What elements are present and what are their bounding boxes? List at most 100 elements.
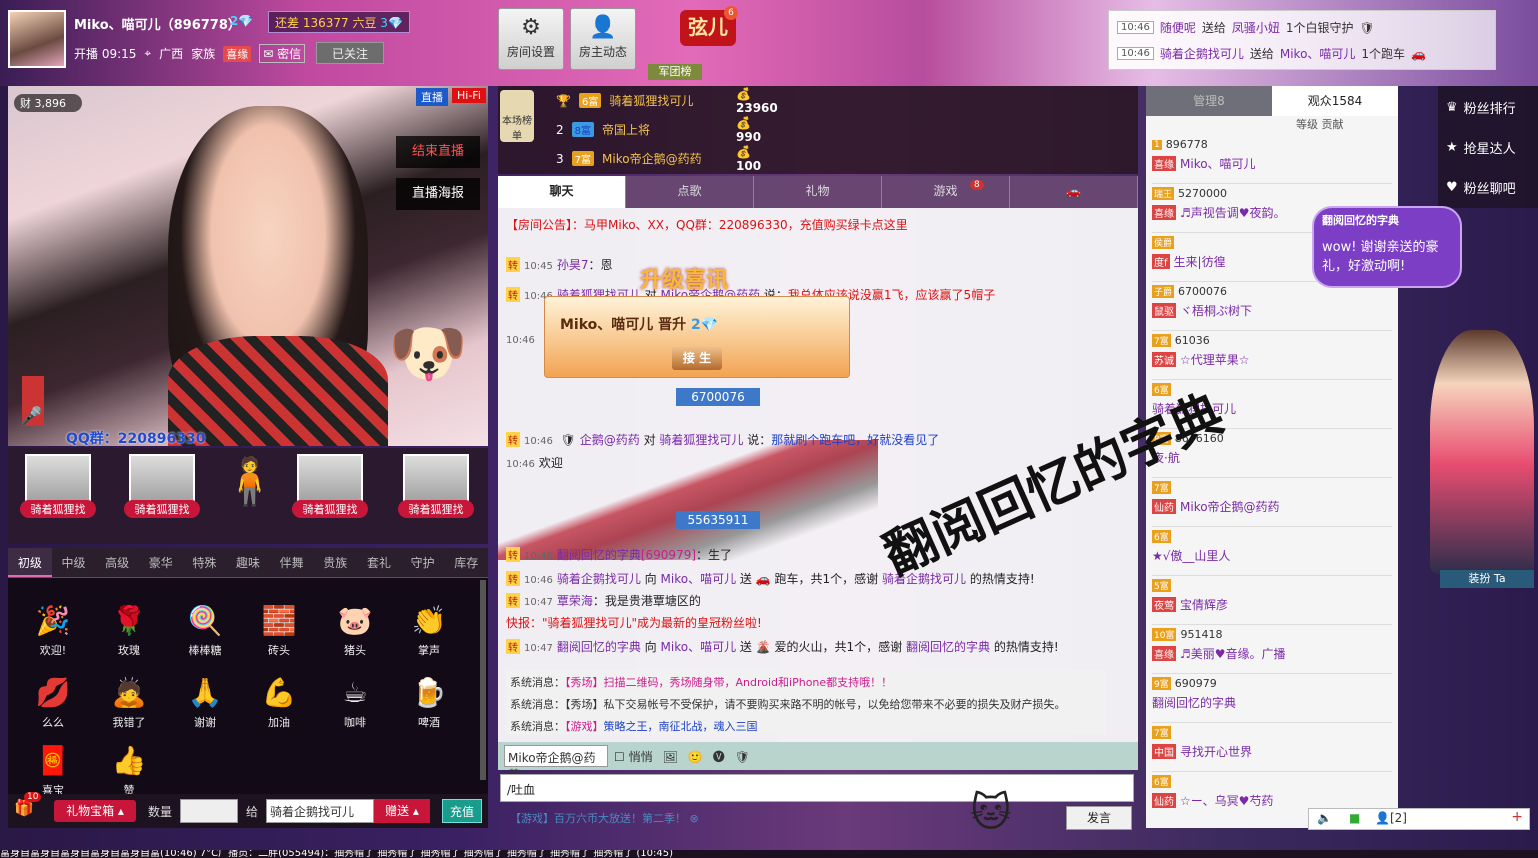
audience-row[interactable]: 子爵 6700076 鼠驱 ヾ梧桐ぷ树下 <box>1152 285 1392 331</box>
live-tag: 直播 <box>416 88 448 106</box>
image-icon[interactable]: 🖼 <box>663 750 678 764</box>
star-hunter-button[interactable]: ★ 抢星达人 <box>1446 138 1516 157</box>
gift-tab[interactable]: 高级 <box>95 548 139 577</box>
send-gift-button[interactable]: 赠送 ▴ <box>374 799 430 823</box>
user-icon: 👤 <box>589 15 617 40</box>
emoji-icon[interactable]: 🙂 <box>688 750 703 764</box>
audience-row[interactable]: 10富 951418 喜缘 ♬美丽♥音缘。广播 <box>1152 628 1392 674</box>
recipient-label: 给 <box>246 805 259 819</box>
host-avatar[interactable] <box>8 10 66 68</box>
follow-button[interactable]: 已关注 <box>316 42 384 64</box>
seat-slot[interactable]: 🧍 <box>212 454 288 532</box>
vip-icon[interactable]: 🅥 <box>713 748 725 765</box>
gift-item[interactable]: 🍺 啤酒 <box>394 676 464 730</box>
guard-icon[interactable]: 🛡 <box>735 750 750 764</box>
rank-row[interactable]: 3 7富 Miko帝企鹅@药药 💰100 <box>556 145 761 173</box>
speaker-icon[interactable]: 🔈 <box>1317 811 1332 825</box>
gift-item[interactable]: 🎉 欢迎! <box>18 604 88 658</box>
audience-row[interactable]: 7富 仙药 Miko帝企鹅@药药 <box>1152 481 1392 527</box>
dog-icon: 🐶 <box>388 317 468 391</box>
gift-tab[interactable]: 初级 <box>8 548 52 577</box>
gift-scrollbar[interactable] <box>480 580 486 780</box>
host-activity-button[interactable]: 👤 房主动态 <box>570 8 636 70</box>
coin-value: 💰23960 <box>736 86 778 115</box>
gift-tab[interactable]: 套礼 <box>357 548 401 577</box>
gift-tab[interactable]: 豪华 <box>139 548 183 577</box>
fans-chat-button[interactable]: ♥ 粉丝聊吧 <box>1446 178 1516 197</box>
gift-tab[interactable]: 守护 <box>401 548 445 577</box>
family-badge: 喜缘 <box>223 45 252 62</box>
audience-row[interactable]: 1 896778 喜缘 Miko、喵可儿 <box>1152 138 1392 184</box>
host-name: Miko、喵可儿（896778） <box>74 18 241 33</box>
gift-panel: 初级 中级 高级 豪华 特殊 趣味 伴舞 贵族 套礼 守护 库存 🎉 欢迎! 🌹 玫… <box>8 548 488 828</box>
chat-input[interactable]: /吐血 <box>500 774 1134 802</box>
upgrade-news-title: 升级喜讯 <box>640 268 729 293</box>
gift-item[interactable]: 🙏 谢谢 <box>170 676 240 730</box>
tab-gift[interactable]: 礼物 <box>754 176 882 208</box>
seat-slot[interactable]: 骑着狐狸找 <box>124 454 200 532</box>
crown-icon: ♛ <box>1446 100 1458 115</box>
whisper-checkbox[interactable]: ☐ 悄悄 <box>614 748 653 765</box>
legion-rank-button[interactable]: 军团榜 <box>648 64 702 80</box>
seat-slot[interactable]: 骑着狐狸找 <box>20 454 96 532</box>
chat-message: 转 10:45 孙昊7：恩 <box>506 257 613 272</box>
fans-rank-button[interactable]: ♛ 粉丝排行 <box>1446 98 1516 117</box>
audience-row[interactable]: 9富 690979 翻阅回忆的字典 <box>1152 677 1392 723</box>
chat-message: 10:46 欢迎 <box>506 456 563 470</box>
audience-row[interactable]: 7富 61036 苏诚 ☆代理苹果☆ <box>1152 334 1392 380</box>
gift-item[interactable]: ☕ 咖啡 <box>320 676 390 730</box>
gift-item[interactable]: 💪 加油 <box>244 676 314 730</box>
send-message-button[interactable]: 发言 <box>1066 806 1132 830</box>
gift-item[interactable]: 👏 掌声 <box>394 604 464 658</box>
plus-icon[interactable]: + <box>1511 809 1523 825</box>
tab-song[interactable]: 点歌 <box>626 176 754 208</box>
recipient-input[interactable]: 骑着企鹅找可儿 <box>266 799 374 823</box>
gift-item[interactable]: 🌹 玫瑰 <box>94 604 164 658</box>
chat-target-select[interactable]: Miko帝企鹅@药药 <box>504 745 608 782</box>
room-settings-button[interactable]: ⚙ 房间设置 <box>498 8 564 70</box>
gift-item[interactable]: 🧧 喜宝 <box>18 744 88 798</box>
tab-audience[interactable]: 观众1584 <box>1272 86 1398 116</box>
audience-sort[interactable]: 等级 贡献 <box>1296 116 1344 132</box>
audience-row[interactable]: 7富 中国 寻找开心世界 <box>1152 726 1392 772</box>
gift-tab[interactable]: 库存 <box>444 548 488 577</box>
broadcast-ticker: 富身自富身自富身自富身自富身自富(10:46) 7°C广播员：二胖(055494… <box>0 850 1538 858</box>
end-live-button[interactable]: 结束直播 <box>396 136 480 168</box>
rank-row[interactable]: 🏆 6富 骑着狐狸找可儿 💰23960 <box>556 87 778 115</box>
gift-tab[interactable]: 伴舞 <box>270 548 314 577</box>
audience-row[interactable]: 5富 夜莺 宝倩辉彦 <box>1152 579 1392 625</box>
chat-announcement[interactable]: 【房间公告】：马甲Miko、XX，QQ群：220896330，充值购买绿卡点这里 <box>506 216 908 233</box>
tab-car[interactable]: 🚗 <box>1010 176 1138 208</box>
gift-item[interactable]: 🍭 棒棒糖 <box>170 604 240 658</box>
game-promo-link[interactable]: 【游戏】百万六币大放送！第二季！ ⊗ <box>510 810 699 826</box>
tab-admin[interactable]: 管理8 <box>1146 86 1272 116</box>
microphone-icon[interactable]: 🎤 <box>20 406 42 427</box>
welcome-icon: 🎉 <box>35 604 71 637</box>
gift-tab[interactable]: 趣味 <box>226 548 270 577</box>
quantity-input[interactable] <box>180 799 238 823</box>
message-button[interactable]: ✉ 密信 <box>259 44 306 63</box>
gift-tab[interactable]: 贵族 <box>313 548 357 577</box>
tab-chat[interactable]: 聊天 <box>498 176 626 208</box>
gift-box-button[interactable]: 礼物宝箱 ▴ <box>54 800 136 822</box>
gift-item[interactable]: 🧱 砖头 <box>244 604 314 658</box>
seat-slot[interactable]: 骑着狐狸找 <box>398 454 474 532</box>
seat-slot[interactable]: 骑着狐狸找 <box>292 454 368 532</box>
gift-tab[interactable]: 特殊 <box>183 548 227 577</box>
dress-up-button[interactable]: 装扮 Ta <box>1440 570 1534 588</box>
gift-item[interactable]: 🙇 我错了 <box>94 676 164 730</box>
xian-badge: 6 <box>724 6 738 20</box>
car-icon: 🚗 <box>755 572 771 586</box>
deliver-button[interactable]: 接 生 <box>672 346 722 370</box>
chat-tabs: 聊天 点歌 礼物 游戏 🚗 <box>498 176 1138 208</box>
upgrade-popup-title: Miko、喵可儿 晋升 2💎 <box>560 317 719 333</box>
gift-item[interactable]: 🐷 猪头 <box>320 604 390 658</box>
gift-item[interactable]: 👍 赞 <box>94 744 164 798</box>
tab-game[interactable]: 游戏 <box>882 176 1010 208</box>
gift-item[interactable]: 💋 么么 <box>18 676 88 730</box>
live-poster-button[interactable]: 直播海报 <box>396 178 480 210</box>
audience-row[interactable]: 6富 ★√傲__山里人 <box>1152 530 1392 576</box>
gift-tab[interactable]: 中级 <box>52 548 96 577</box>
rank-row[interactable]: 2 8富 帝国上将 💰990 <box>556 116 761 144</box>
recharge-button[interactable]: 充值 <box>442 799 482 823</box>
